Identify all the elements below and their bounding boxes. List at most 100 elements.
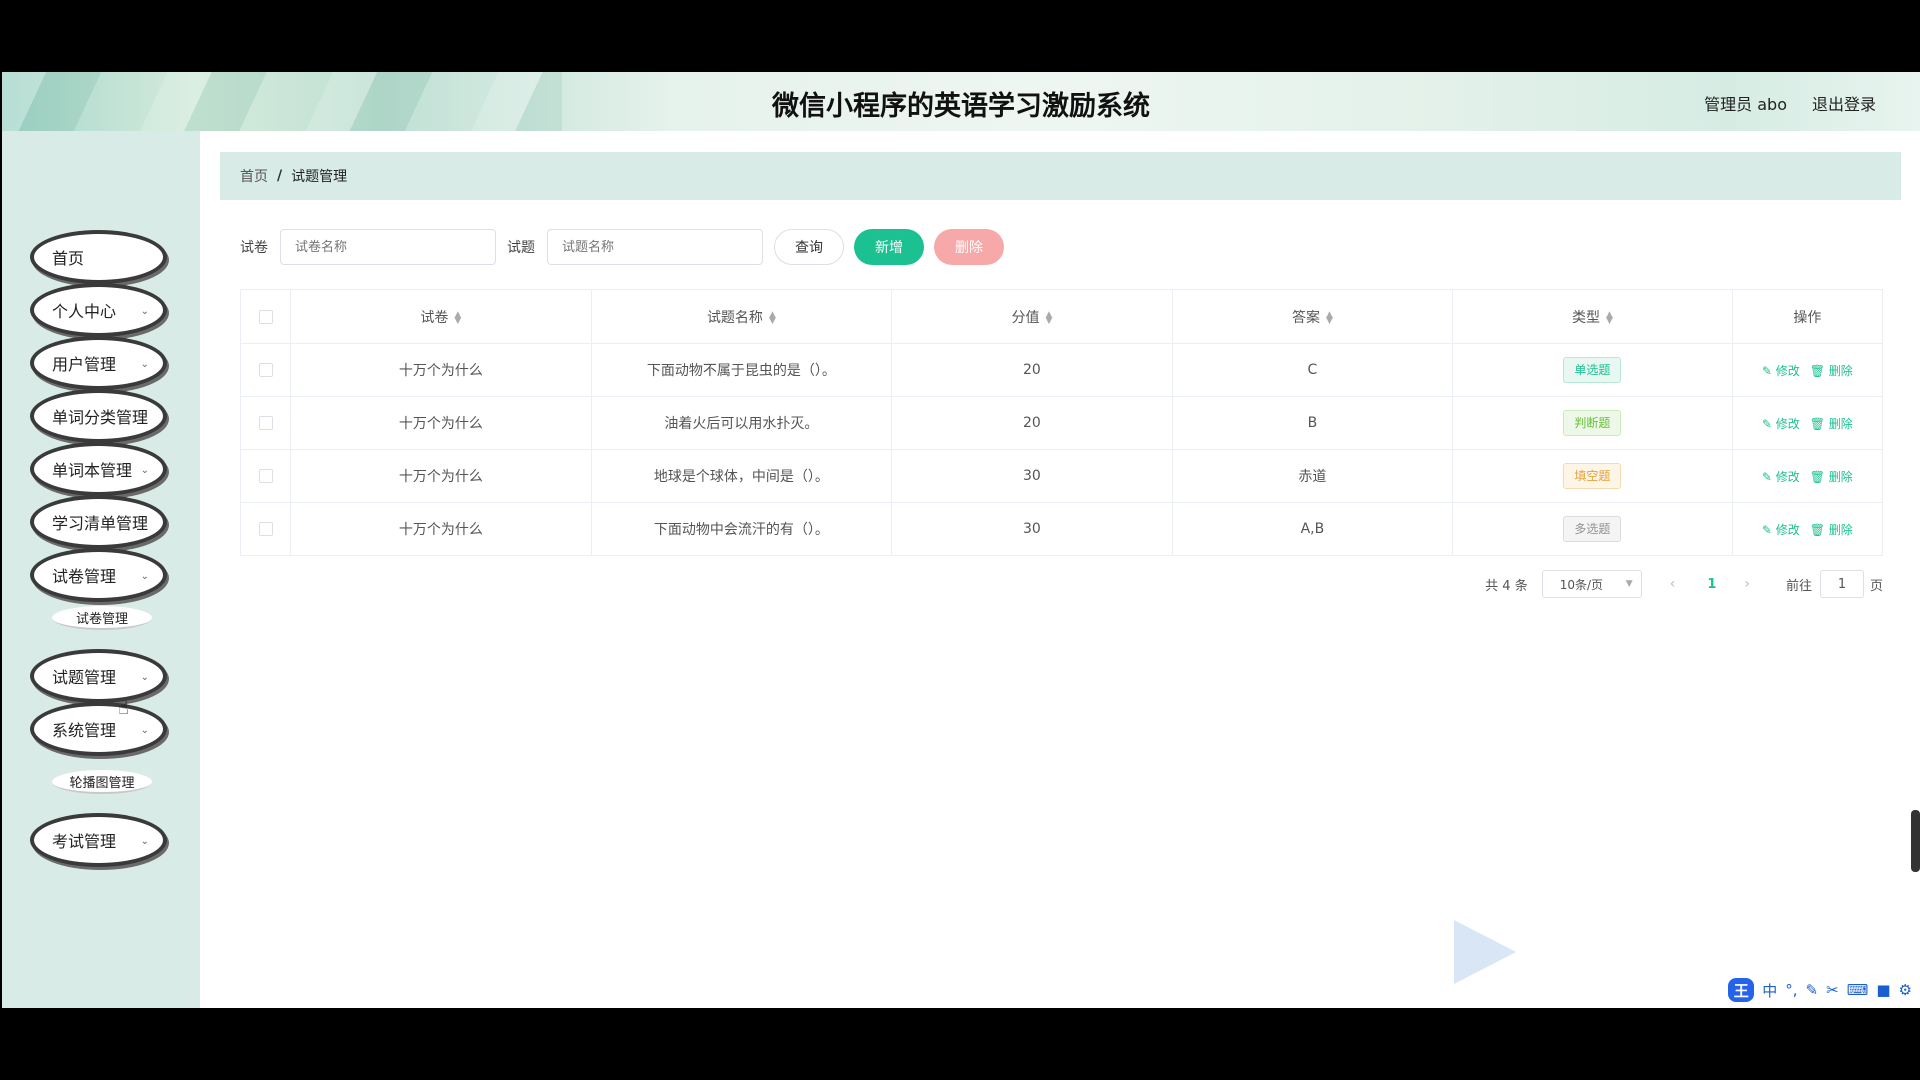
goto-label: 前往 [1785, 578, 1812, 594]
row-checkbox[interactable] [258, 522, 273, 536]
ime-logo-icon[interactable]: 王 [1728, 978, 1755, 1002]
pen-icon[interactable]: ✎ [1806, 981, 1819, 999]
goto-page-input[interactable]: 1 [1819, 570, 1864, 598]
sidebar: 首页 个人中心 ⌄ 用户管理 ⌄ 单词分类管理 单词本管理 ⌄ 学习清单管理 试卷管理… [2, 131, 200, 1008]
sidebar-item-label: 试卷管理 [52, 567, 117, 586]
edit-label: 修改 [1775, 469, 1800, 484]
top-header: 微信小程序的英语学习激励系统 管理员 abo 退出登录 [2, 72, 1920, 131]
table-row: 十万个为什么 地球是个球体，中间是（）。 30 赤道 填空题 ✎ 修改 🗑 删除 [239, 449, 1884, 503]
shirt-icon[interactable]: ■ [1876, 981, 1890, 999]
next-page-icon[interactable]: › [1744, 576, 1750, 592]
row-checkbox[interactable] [258, 469, 273, 483]
query-button[interactable]: 查询 [774, 229, 844, 265]
cell-actions: ✎ 修改 🗑 删除 [1731, 502, 1884, 556]
sort-icon[interactable]: ▲ ▼ [1606, 310, 1613, 325]
row-delete-button[interactable]: 🗑 删除 [1810, 417, 1853, 431]
prev-page-icon[interactable]: ‹ [1670, 576, 1676, 592]
app-window: 微信小程序的英语学习激励系统 管理员 abo 退出登录 首页 个人中心 ⌄ 用户管… [2, 72, 1920, 1008]
col-question[interactable]: 试题名称 ▲ ▼ [590, 289, 893, 344]
row-checkbox[interactable] [258, 363, 273, 377]
cell-question: 油着火后可以用水扑灭。 [590, 396, 893, 450]
sort-icon[interactable]: ▲ ▼ [1045, 310, 1052, 325]
edit-button[interactable]: ✎ 修改 [1762, 364, 1800, 378]
col-answer[interactable]: 答案 ▲ ▼ [1171, 289, 1454, 344]
edge-scrollbar[interactable] [1911, 810, 1920, 872]
sidebar-item-study-list[interactable]: 学习清单管理 [30, 495, 167, 549]
page-size-select[interactable]: 10条/页 ▼ [1541, 570, 1642, 598]
chevron-down-icon: ▼ [1625, 579, 1633, 589]
select-all-checkbox[interactable] [258, 309, 273, 324]
trash-icon: 🗑 [1809, 416, 1829, 431]
submenu-item-carousel[interactable]: 轮播图管理 [52, 770, 152, 794]
paper-search-input[interactable] [280, 229, 496, 265]
cell-paper: 十万个为什么 [290, 396, 592, 450]
chevron-down-icon: ⌄ [140, 672, 149, 683]
sidebar-item-exam-paper[interactable]: 试卷管理 ⌄ [30, 548, 167, 602]
question-search-input[interactable] [547, 229, 763, 265]
gear-icon[interactable]: ⚙ [1899, 981, 1912, 999]
type-tag: 填空题 [1563, 463, 1622, 489]
row-checkbox[interactable] [258, 416, 273, 430]
mouse-cursor-icon: ☝ [118, 698, 129, 719]
dot-icon[interactable]: °, [1785, 981, 1797, 999]
col-actions: 操作 [1731, 289, 1884, 344]
edit-label: 修改 [1775, 416, 1800, 431]
sidebar-item-user-management[interactable]: 用户管理 ⌄ [30, 336, 167, 390]
sort-icon[interactable]: ▲ ▼ [454, 310, 461, 325]
current-page[interactable]: 1 [1707, 577, 1716, 592]
sidebar-item-wordbook[interactable]: 单词本管理 ⌄ [30, 442, 167, 496]
row-delete-button[interactable]: 🗑 删除 [1810, 470, 1853, 484]
scissors-icon[interactable]: ✂ [1826, 981, 1839, 999]
pagination: 共 4 条 10条/页 ▼ ‹ 1 › 前往 1 页 [1485, 570, 1883, 598]
logout-link[interactable]: 退出登录 [1812, 91, 1876, 115]
sidebar-item-label: 个人中心 [52, 302, 117, 321]
edit-icon: ✎ [1761, 469, 1776, 484]
row-select-cell [239, 396, 292, 450]
sidebar-item-system[interactable]: 系统管理 ⌄ [30, 702, 167, 756]
col-score-label: 分值 [1011, 309, 1040, 326]
cell-paper: 十万个为什么 [290, 502, 592, 556]
sort-icon[interactable]: ▲ ▼ [1326, 310, 1333, 325]
breadcrumb: 首页 / 试题管理 [220, 152, 1901, 200]
edit-button[interactable]: ✎ 修改 [1762, 470, 1800, 484]
row-delete-button[interactable]: 🗑 删除 [1810, 364, 1853, 378]
col-type[interactable]: 类型 ▲ ▼ [1452, 289, 1733, 344]
row-select-cell [239, 502, 292, 556]
sort-icon[interactable]: ▲ ▼ [769, 310, 776, 325]
sidebar-item-word-category[interactable]: 单词分类管理 [30, 389, 167, 443]
type-tag: 判断题 [1563, 410, 1622, 436]
col-paper[interactable]: 试卷 ▲ ▼ [290, 289, 592, 344]
edit-button[interactable]: ✎ 修改 [1762, 417, 1800, 431]
chevron-down-icon: ⌄ [140, 725, 149, 736]
cell-actions: ✎ 修改 🗑 删除 [1731, 396, 1884, 450]
cell-type: 判断题 [1452, 396, 1733, 450]
trash-icon: 🗑 [1809, 469, 1829, 484]
sidebar-item-exam[interactable]: 考试管理 ⌄ [30, 813, 167, 867]
edit-button[interactable]: ✎ 修改 [1762, 523, 1800, 537]
sidebar-item-personal-center[interactable]: 个人中心 ⌄ [30, 283, 167, 337]
sidebar-item-label: 单词分类管理 [52, 408, 149, 427]
type-tag: 多选题 [1563, 516, 1622, 542]
col-score[interactable]: 分值 ▲ ▼ [891, 289, 1173, 344]
submenu-item-exam-paper[interactable]: 试卷管理 [52, 606, 152, 630]
cell-question: 地球是个球体，中间是（）。 [590, 449, 893, 503]
ime-mode-toggle[interactable]: 中 [1762, 980, 1777, 1001]
edit-icon: ✎ [1761, 522, 1776, 537]
cell-paper: 十万个为什么 [290, 343, 592, 397]
sidebar-item-question[interactable]: 试题管理 ⌄ [30, 649, 167, 703]
keyboard-icon[interactable]: ⌨ [1847, 981, 1869, 999]
row-delete-button[interactable]: 🗑 删除 [1810, 523, 1853, 537]
add-button[interactable]: 新增 [854, 229, 924, 265]
total-count: 共 4 条 [1485, 578, 1528, 594]
edit-icon: ✎ [1761, 363, 1776, 378]
cell-actions: ✎ 修改 🗑 删除 [1731, 449, 1884, 503]
sidebar-item-label: 试题管理 [52, 668, 117, 687]
trash-icon: 🗑 [1809, 522, 1829, 537]
breadcrumb-separator: / [277, 168, 283, 184]
row-select-cell [239, 343, 292, 397]
delete-button[interactable]: 删除 [934, 229, 1004, 265]
cell-answer: 赤道 [1171, 449, 1454, 503]
delete-label: 删除 [1828, 469, 1853, 484]
sidebar-item-home[interactable]: 首页 [30, 230, 167, 284]
breadcrumb-home[interactable]: 首页 [240, 166, 268, 186]
